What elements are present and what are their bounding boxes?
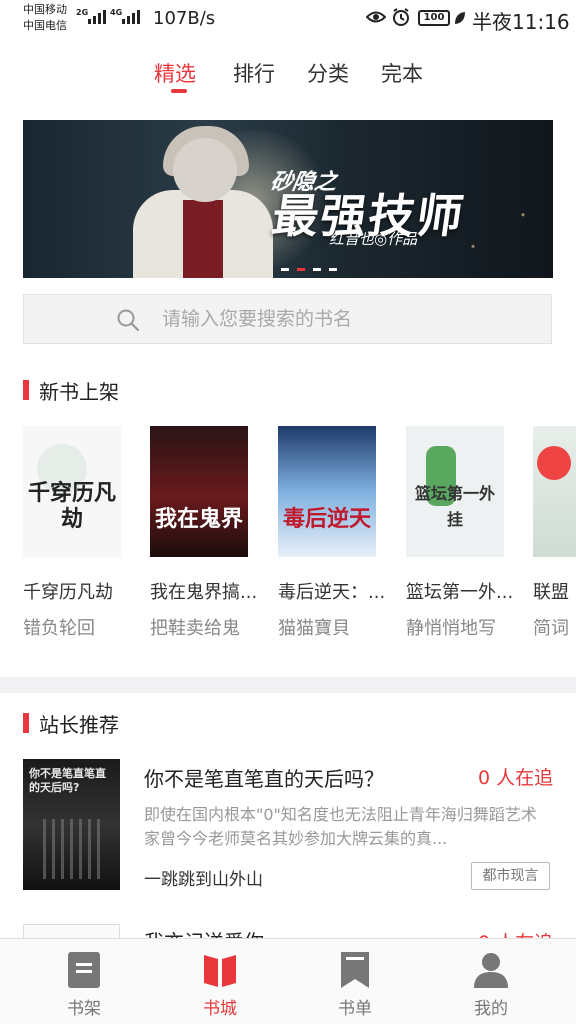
- nav-bookshelf[interactable]: 书架: [12, 939, 156, 1025]
- status-bar: 中国移动 中国电信 2G 4G 107B/s 100 半夜11:16: [0, 0, 576, 38]
- section-marker: [23, 713, 29, 733]
- nav-profile[interactable]: 我的: [419, 939, 563, 1025]
- active-tab-indicator: [171, 89, 187, 93]
- clock: 半夜11:16: [472, 10, 570, 34]
- cover-title: 篮坛第一外挂: [414, 484, 495, 529]
- pager-dot[interactable]: [281, 268, 289, 271]
- book-title[interactable]: 联盟: [533, 578, 576, 604]
- search-bar[interactable]: [23, 294, 552, 344]
- bookmark-icon: [341, 952, 369, 988]
- user-icon: [474, 953, 508, 988]
- banner-pager-dots: [281, 268, 337, 271]
- book-author: 猫猫寶貝: [278, 618, 350, 639]
- nav-label: 书城: [203, 999, 237, 1019]
- signal-icon-2: [122, 10, 140, 24]
- section-title: 站长推荐: [39, 713, 119, 737]
- network-type-2: 4G: [110, 8, 123, 17]
- bottom-navigation: 书架 书城 书单 我的: [0, 938, 576, 1024]
- book-description: 即使在国内根本"0"知名度也无法阻止青年海归舞蹈艺术家曾今今老师莫名其妙参加大牌…: [144, 805, 537, 848]
- book-cover[interactable]: 我在鬼界: [150, 426, 248, 557]
- tab-ranking[interactable]: 排行: [233, 58, 275, 88]
- book-title[interactable]: 你不是笔直笔直的天后吗？: [144, 763, 384, 792]
- pager-dot[interactable]: [329, 268, 337, 271]
- bookshelf-icon: [68, 952, 100, 988]
- book-title[interactable]: 篮坛第一外...: [406, 578, 526, 604]
- search-icon: [117, 309, 140, 332]
- book-title[interactable]: 毒后逆天：...: [278, 578, 398, 604]
- banner-author: 红音也◎作品: [329, 230, 418, 248]
- book-author: 错负轮回: [23, 618, 95, 639]
- eye-icon: [366, 11, 386, 23]
- cover-art: [537, 446, 571, 480]
- top-tabs: 精选 排行 分类 完本: [0, 38, 576, 100]
- promo-banner[interactable]: 砂隐之 最强技师 红音也◎作品: [23, 120, 553, 278]
- carrier-1: 中国移动: [23, 3, 67, 16]
- nav-label: 我的: [474, 999, 508, 1019]
- cover-art: [43, 819, 103, 879]
- cover-title: 你不是笔直笔直的天后吗?: [29, 767, 106, 794]
- book-author: 把鞋卖给鬼: [150, 618, 240, 639]
- network-type-1: 2G: [76, 8, 89, 17]
- book-cover[interactable]: 篮坛第一外挂: [406, 426, 504, 557]
- carrier-names: 中国移动 中国电信: [23, 2, 67, 34]
- book-author: 一跳跳到山外山: [144, 870, 263, 890]
- nav-booklist[interactable]: 书单: [283, 939, 427, 1025]
- pager-dot-active[interactable]: [297, 268, 305, 271]
- cover-title: 千穿历凡劫: [27, 481, 116, 532]
- battery-indicator: 100: [418, 10, 450, 26]
- alarm-icon: [393, 8, 409, 26]
- carrier-2: 中国电信: [23, 19, 67, 32]
- nav-bookstore[interactable]: 书城: [148, 939, 292, 1025]
- book-cover[interactable]: 毒后逆天: [278, 426, 376, 557]
- banner-character-collar: [183, 200, 223, 278]
- signal-icon-1: [88, 10, 106, 24]
- book-title[interactable]: 千穿历凡劫: [23, 578, 143, 604]
- section-marker: [23, 380, 29, 400]
- tab-completed[interactable]: 完本: [381, 58, 423, 88]
- book-cover[interactable]: [533, 426, 576, 557]
- tab-categories[interactable]: 分类: [307, 58, 349, 88]
- nav-label: 书单: [338, 999, 372, 1019]
- nav-label: 书架: [67, 999, 101, 1019]
- search-input[interactable]: [162, 295, 542, 343]
- network-speed: 107B/s: [153, 8, 216, 29]
- genre-tag[interactable]: 都市现言: [471, 862, 550, 890]
- open-book-icon: [204, 955, 236, 987]
- follower-count: 0 人在追: [478, 767, 554, 789]
- book-title[interactable]: 我在鬼界搞...: [150, 578, 270, 604]
- cover-title: 我在鬼界: [154, 507, 243, 532]
- banner-character-face: [173, 138, 237, 202]
- tab-featured[interactable]: 精选: [154, 58, 196, 88]
- cover-title: 毒后逆天: [282, 507, 371, 532]
- book-author: 静悄悄地写: [406, 618, 496, 639]
- book-author: 简词: [533, 618, 569, 639]
- book-cover[interactable]: 千穿历凡劫: [23, 426, 121, 557]
- book-cover[interactable]: 你不是笔直笔直的天后吗?: [23, 759, 120, 890]
- leaf-icon: [455, 12, 465, 24]
- section-title: 新书上架: [39, 380, 119, 404]
- pager-dot[interactable]: [313, 268, 321, 271]
- section-divider: [0, 677, 576, 693]
